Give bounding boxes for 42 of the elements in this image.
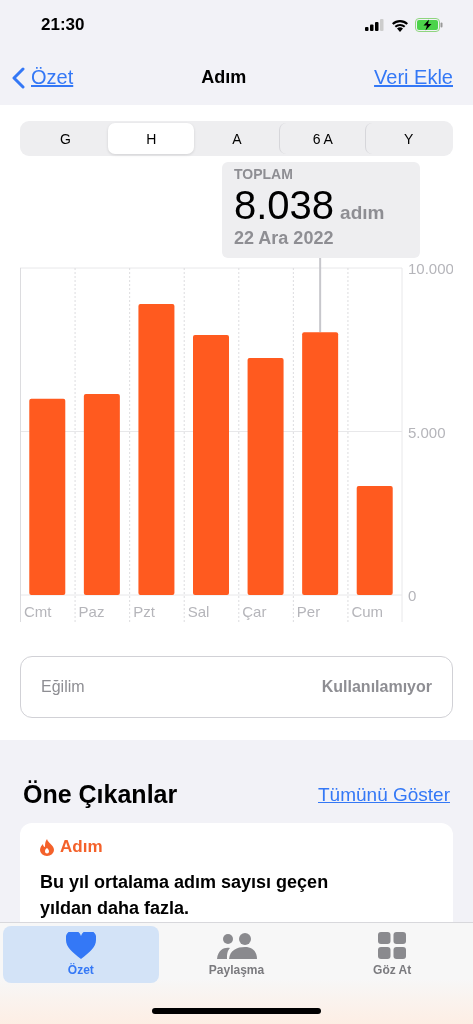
highlight-category: Adım (60, 837, 103, 857)
axis-label: Çar (242, 603, 267, 620)
trend-value: Kullanılamıyor (321, 678, 432, 696)
period-segment[interactable]: 6 A (279, 123, 366, 154)
show-all-link[interactable]: Tümünü Göster (318, 783, 450, 806)
status-time: 21:30 (41, 15, 85, 35)
axis-label: Cum (351, 603, 384, 620)
back-link[interactable]: Özet (12, 66, 74, 89)
signal-icon (365, 19, 385, 31)
add-data-link[interactable]: Veri Ekle (374, 66, 453, 89)
axis-label: 5.000 (408, 423, 446, 441)
axis-label: Paz (78, 603, 105, 620)
back-label[interactable]: Özet (31, 66, 74, 89)
callout-date: 22 Ara 2022 (234, 228, 335, 249)
wifi-icon (391, 18, 409, 32)
tab-bar-item[interactable]: Özet (3, 926, 159, 983)
period-segment[interactable]: A (193, 123, 280, 154)
chevron-left-icon (12, 66, 25, 89)
flame-icon (40, 838, 54, 856)
axis-label: Sal (187, 603, 210, 620)
axis-label: Cmt (24, 603, 52, 620)
axis-label: Per (296, 603, 321, 620)
period-segment[interactable]: G (22, 123, 108, 154)
axis-label: Pzt (133, 603, 155, 620)
grid-icon (378, 932, 407, 959)
page-title: Adım (201, 67, 247, 88)
callout-value: 8.038 (234, 182, 335, 228)
highlight-card[interactable]: Adım Bu yıl ortalama adım sayısı geçen yıldan daha fazla. (20, 823, 453, 922)
tab-bar-item[interactable]: Göz At (314, 926, 470, 983)
heart-icon (65, 932, 96, 959)
axis-label: 0 (408, 587, 417, 604)
callout-caption: TOPLAM (234, 166, 294, 182)
tab-bar-item[interactable]: Paylaşma (158, 926, 315, 983)
axis-label: 10.000 (408, 260, 453, 277)
period-segment[interactable]: Y (365, 123, 451, 154)
people-icon (216, 932, 257, 959)
callout-unit: adım (340, 202, 385, 224)
section-heading: Öne Çıkanlar (23, 780, 178, 809)
battery-icon (415, 18, 443, 32)
trend-label: Eğilim (41, 678, 85, 696)
highlight-text: Bu yıl ortalama adım sayısı geçen yıldan daha fazla. (40, 871, 330, 920)
period-segment[interactable]: H (107, 123, 194, 154)
